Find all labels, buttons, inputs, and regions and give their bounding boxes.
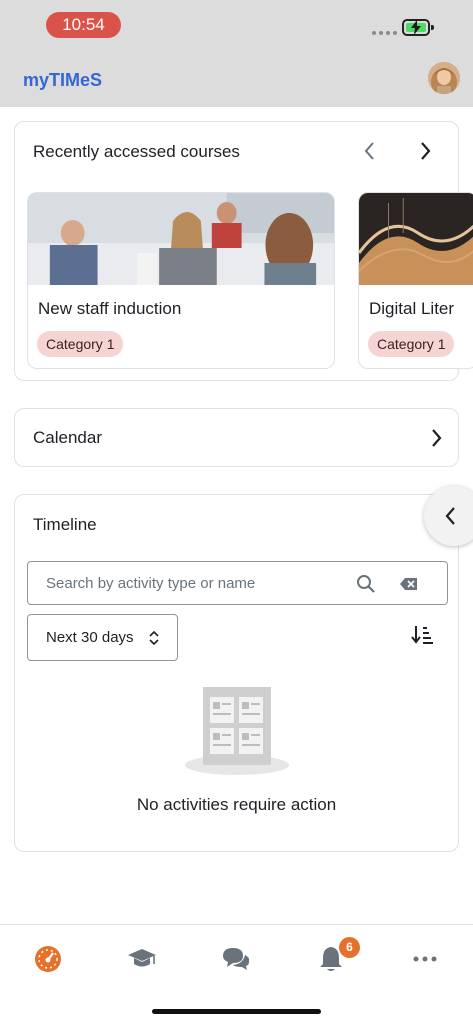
tab-dashboard[interactable] bbox=[28, 943, 68, 975]
clear-search-icon[interactable] bbox=[399, 576, 419, 592]
sort-icon[interactable] bbox=[411, 623, 435, 647]
search-placeholder: Search by activity type or name bbox=[46, 575, 256, 592]
recent-courses-card: Recently accessed courses New staff indu… bbox=[14, 121, 473, 381]
timeline-search-input[interactable]: Search by activity type or name bbox=[27, 561, 448, 605]
timeline-range-select[interactable]: Next 30 days bbox=[27, 614, 178, 661]
battery-icon bbox=[402, 19, 434, 36]
messages-icon bbox=[223, 948, 250, 970]
status-time: 10:54 bbox=[46, 12, 121, 38]
course-category-badge: Category 1 bbox=[37, 331, 124, 357]
dashboard-icon bbox=[35, 946, 61, 972]
home-indicator bbox=[152, 1009, 321, 1014]
course-name: Digital Liter bbox=[369, 299, 455, 318]
course-name: New staff induction bbox=[38, 299, 182, 318]
more-icon bbox=[413, 956, 437, 962]
timeline-range-value: Next 30 days bbox=[46, 629, 134, 646]
chevron-left-icon[interactable] bbox=[362, 140, 378, 162]
chevron-right-icon[interactable] bbox=[417, 140, 433, 162]
tab-messages[interactable] bbox=[216, 943, 256, 975]
course-image bbox=[359, 193, 473, 285]
course-category-badge: Category 1 bbox=[368, 331, 455, 357]
search-icon[interactable] bbox=[356, 574, 376, 594]
calendar-card[interactable]: Calendar bbox=[14, 408, 459, 467]
status-bar: 10:54 bbox=[0, 0, 473, 52]
course-image bbox=[28, 193, 334, 285]
chevron-left-icon bbox=[445, 507, 455, 525]
app-header: myTIMeS bbox=[0, 52, 473, 107]
chevron-right-icon bbox=[432, 429, 442, 447]
app-title: myTIMeS bbox=[23, 70, 103, 90]
user-avatar[interactable] bbox=[428, 62, 460, 94]
empty-message: No activities require action bbox=[136, 795, 337, 814]
calendar-title: Calendar bbox=[33, 428, 102, 447]
recent-courses-title: Recently accessed courses bbox=[33, 142, 240, 161]
course-card[interactable]: New staff induction Category 1 bbox=[27, 192, 335, 369]
signal-icon bbox=[372, 31, 397, 35]
timeline-title: Timeline bbox=[33, 515, 97, 534]
timeline-card: Timeline Search by activity type or name… bbox=[14, 494, 459, 852]
chevron-updown-icon bbox=[149, 630, 159, 646]
course-card[interactable]: Digital Liter Category 1 bbox=[358, 192, 473, 369]
courses-icon bbox=[128, 949, 156, 967]
empty-activities-icon bbox=[185, 687, 289, 775]
notification-count-badge: 6 bbox=[339, 937, 360, 958]
tab-more[interactable] bbox=[405, 943, 445, 975]
tab-courses[interactable] bbox=[122, 943, 162, 975]
